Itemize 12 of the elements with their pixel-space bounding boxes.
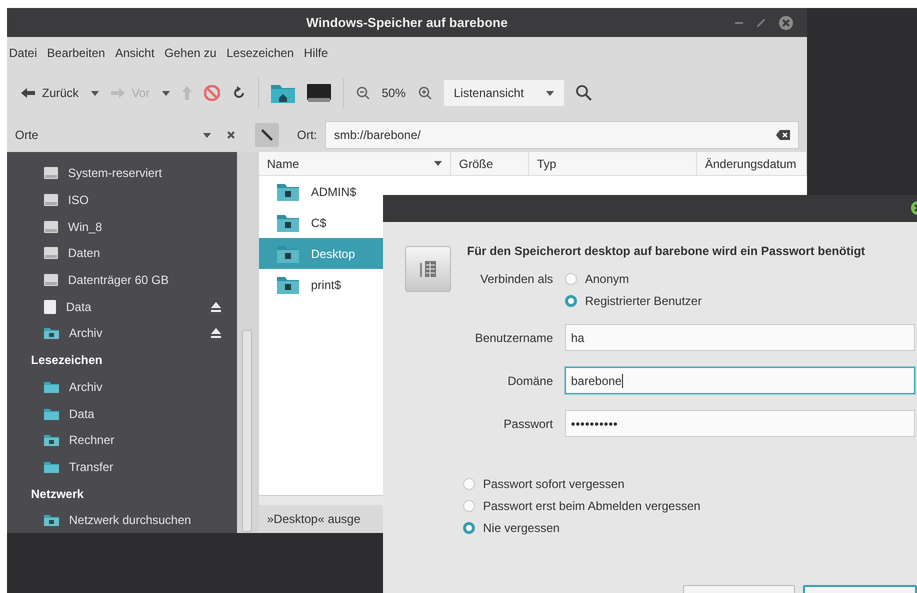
field-label: Verbinden als: [479, 272, 553, 286]
location-label: Ort:: [297, 128, 317, 142]
sidebar-section-header: Lesezeichen: [30, 352, 104, 370]
sidebar-section-header: Netzwerk: [30, 486, 85, 503]
field-label: Benutzername: [474, 330, 553, 344]
field-label: Domäne: [506, 374, 553, 388]
dialog-heading: Für den Speicherort desktop auf barebone wird ein Passwort benötigt: [467, 244, 866, 258]
window-title: Windows-Speicher auf barebone: [306, 15, 508, 30]
zoom-level: 50%: [382, 86, 406, 100]
sidebar-header: Orte: [15, 128, 40, 142]
status-text: »Desktop« ausge: [266, 511, 360, 528]
field-label: Passwort: [502, 416, 553, 430]
